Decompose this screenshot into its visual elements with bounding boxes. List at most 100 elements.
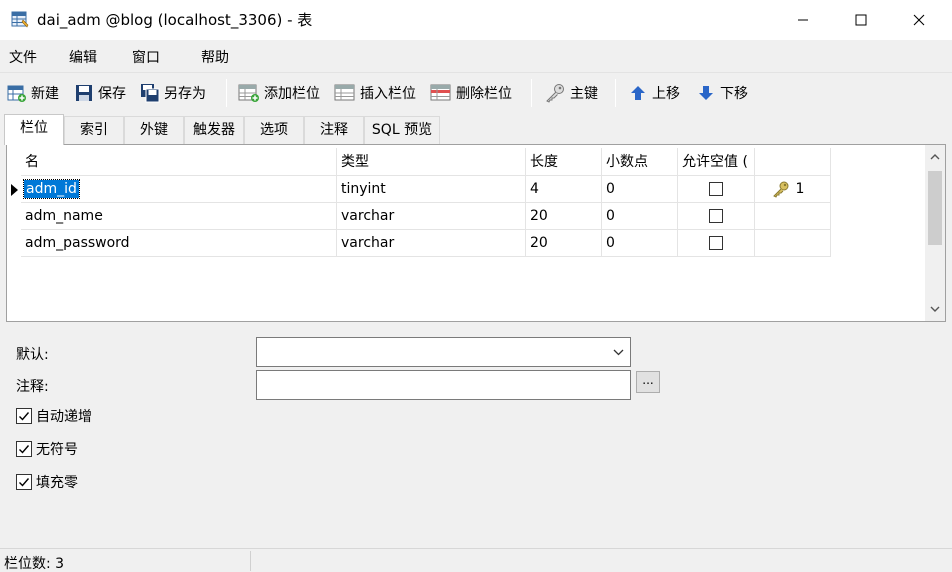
table-row-name-cell[interactable]: adm_password	[21, 230, 337, 257]
move-up-button[interactable]: 上移	[628, 81, 680, 105]
table-row-length-cell[interactable]: 20	[526, 230, 602, 257]
tab-indexes[interactable]: 索引	[64, 116, 124, 144]
table-row-decimals-cell[interactable]: 0	[602, 203, 678, 230]
zerofill-checkbox[interactable]	[16, 474, 32, 490]
menu-window[interactable]: 窗口	[132, 47, 160, 67]
table-row-decimals-cell[interactable]: 0	[602, 176, 678, 203]
toolbar-separator	[531, 79, 532, 107]
save-button[interactable]: 保存	[74, 81, 126, 105]
tab-triggers[interactable]: 触发器	[184, 116, 244, 144]
insert-field-label: 插入栏位	[360, 86, 416, 102]
maximize-button[interactable]	[838, 0, 884, 40]
move-down-button[interactable]: 下移	[696, 81, 748, 105]
column-header-name[interactable]: 名	[21, 148, 337, 176]
allow-null-checkbox[interactable]	[709, 209, 723, 223]
status-bar: 栏位数: 3	[0, 548, 952, 572]
save-icon	[76, 85, 92, 101]
table-row-decimals-cell[interactable]: 0	[602, 230, 678, 257]
window-title: dai_adm @blog (localhost_3306) - 表	[37, 11, 313, 29]
comment-ellipsis-button[interactable]: ...	[636, 371, 660, 393]
menu-file[interactable]: 文件	[9, 47, 37, 67]
table-row-key-cell[interactable]	[755, 203, 831, 230]
table-row-key-cell[interactable]	[755, 230, 831, 257]
menu-bar: 文件 编辑 窗口 帮助	[0, 40, 952, 72]
table-design-icon	[11, 11, 29, 28]
menu-edit[interactable]: 编辑	[69, 47, 97, 67]
auto-increment-option[interactable]: 自动递增	[16, 407, 92, 425]
tab-comment[interactable]: 注释	[304, 116, 364, 144]
tab-foreign-keys[interactable]: 外键	[124, 116, 184, 144]
new-table-icon	[7, 85, 26, 102]
column-header-length[interactable]: 长度	[526, 148, 602, 176]
new-label: 新建	[31, 86, 59, 102]
default-label: 默认:	[16, 347, 49, 363]
auto-increment-checkbox[interactable]	[16, 408, 32, 424]
minimize-button[interactable]	[780, 0, 826, 40]
field-properties-panel: 默认: 注释: ... 自动递增 无符号 填充零	[0, 322, 952, 548]
tab-bar: 栏位 索引 外键 触发器 选项 注释 SQL 预览	[0, 112, 952, 145]
table-row-type-cell[interactable]: varchar	[337, 203, 526, 230]
table-row-name-cell[interactable]: adm_id	[21, 176, 337, 203]
column-header-allow-null[interactable]: 允许空值 (	[678, 148, 755, 176]
zerofill-label: 填充零	[36, 475, 78, 491]
checkmark-icon	[19, 478, 30, 487]
column-header-decimals[interactable]: 小数点	[602, 148, 678, 176]
unsigned-checkbox[interactable]	[16, 441, 32, 457]
auto-increment-label: 自动递增	[36, 409, 92, 425]
key-order-value: 1	[795, 181, 805, 197]
save-as-button[interactable]: 另存为	[140, 81, 206, 105]
zerofill-option[interactable]: 填充零	[16, 473, 78, 491]
insert-field-icon	[334, 84, 355, 101]
unsigned-option[interactable]: 无符号	[16, 440, 78, 458]
save-label: 保存	[98, 86, 126, 102]
comment-input[interactable]	[256, 370, 631, 400]
tab-options[interactable]: 选项	[244, 116, 304, 144]
toolbar-separator	[615, 79, 616, 107]
chevron-down-icon	[613, 349, 624, 356]
table-row-length-cell[interactable]: 20	[526, 203, 602, 230]
key-icon	[546, 84, 564, 103]
allow-null-checkbox[interactable]	[709, 236, 723, 250]
add-field-label: 添加栏位	[264, 86, 320, 102]
table-row-allow-null-cell[interactable]	[678, 203, 755, 230]
new-button[interactable]: 新建	[7, 81, 59, 105]
table-row-allow-null-cell[interactable]	[678, 176, 755, 203]
title-bar: dai_adm @blog (localhost_3306) - 表	[0, 0, 952, 40]
add-field-icon	[238, 84, 259, 102]
comment-label: 注释:	[16, 379, 49, 395]
menu-help[interactable]: 帮助	[201, 47, 229, 67]
scroll-down-arrow-icon[interactable]	[930, 305, 940, 313]
table-row-key-cell[interactable]: 1	[755, 176, 831, 203]
close-button[interactable]	[896, 0, 942, 40]
field-name-value[interactable]: adm_id	[23, 179, 80, 199]
delete-field-icon	[430, 84, 451, 101]
column-header-type[interactable]: 类型	[337, 148, 526, 176]
allow-null-checkbox[interactable]	[709, 182, 723, 196]
table-row-allow-null-cell[interactable]	[678, 230, 755, 257]
table-row-length-cell[interactable]: 4	[526, 176, 602, 203]
tab-fields[interactable]: 栏位	[4, 114, 64, 145]
tab-sql-preview[interactable]: SQL 预览	[364, 116, 440, 144]
grid-vertical-scrollbar[interactable]	[925, 145, 945, 321]
field-count-status: 栏位数: 3	[4, 556, 65, 572]
row-pointer-icon	[11, 183, 18, 196]
close-icon	[913, 14, 925, 26]
table-row-type-cell[interactable]: varchar	[337, 230, 526, 257]
delete-field-label: 删除栏位	[456, 86, 512, 102]
primary-key-icon	[773, 181, 789, 198]
save-as-label: 另存为	[164, 86, 206, 102]
table-row-name-cell[interactable]: adm_name	[21, 203, 337, 230]
insert-field-button[interactable]: 插入栏位	[334, 81, 416, 105]
arrow-up-icon	[631, 86, 645, 100]
table-row-type-cell[interactable]: tinyint	[337, 176, 526, 203]
primary-key-label: 主键	[570, 86, 598, 102]
add-field-button[interactable]: 添加栏位	[238, 81, 320, 105]
unsigned-label: 无符号	[36, 442, 78, 458]
scroll-thumb[interactable]	[928, 171, 942, 245]
move-up-label: 上移	[652, 86, 680, 102]
scroll-up-arrow-icon[interactable]	[930, 153, 940, 161]
primary-key-button[interactable]: 主键	[544, 81, 598, 105]
delete-field-button[interactable]: 删除栏位	[430, 81, 512, 105]
checkmark-icon	[19, 412, 30, 421]
default-dropdown[interactable]	[256, 337, 631, 367]
